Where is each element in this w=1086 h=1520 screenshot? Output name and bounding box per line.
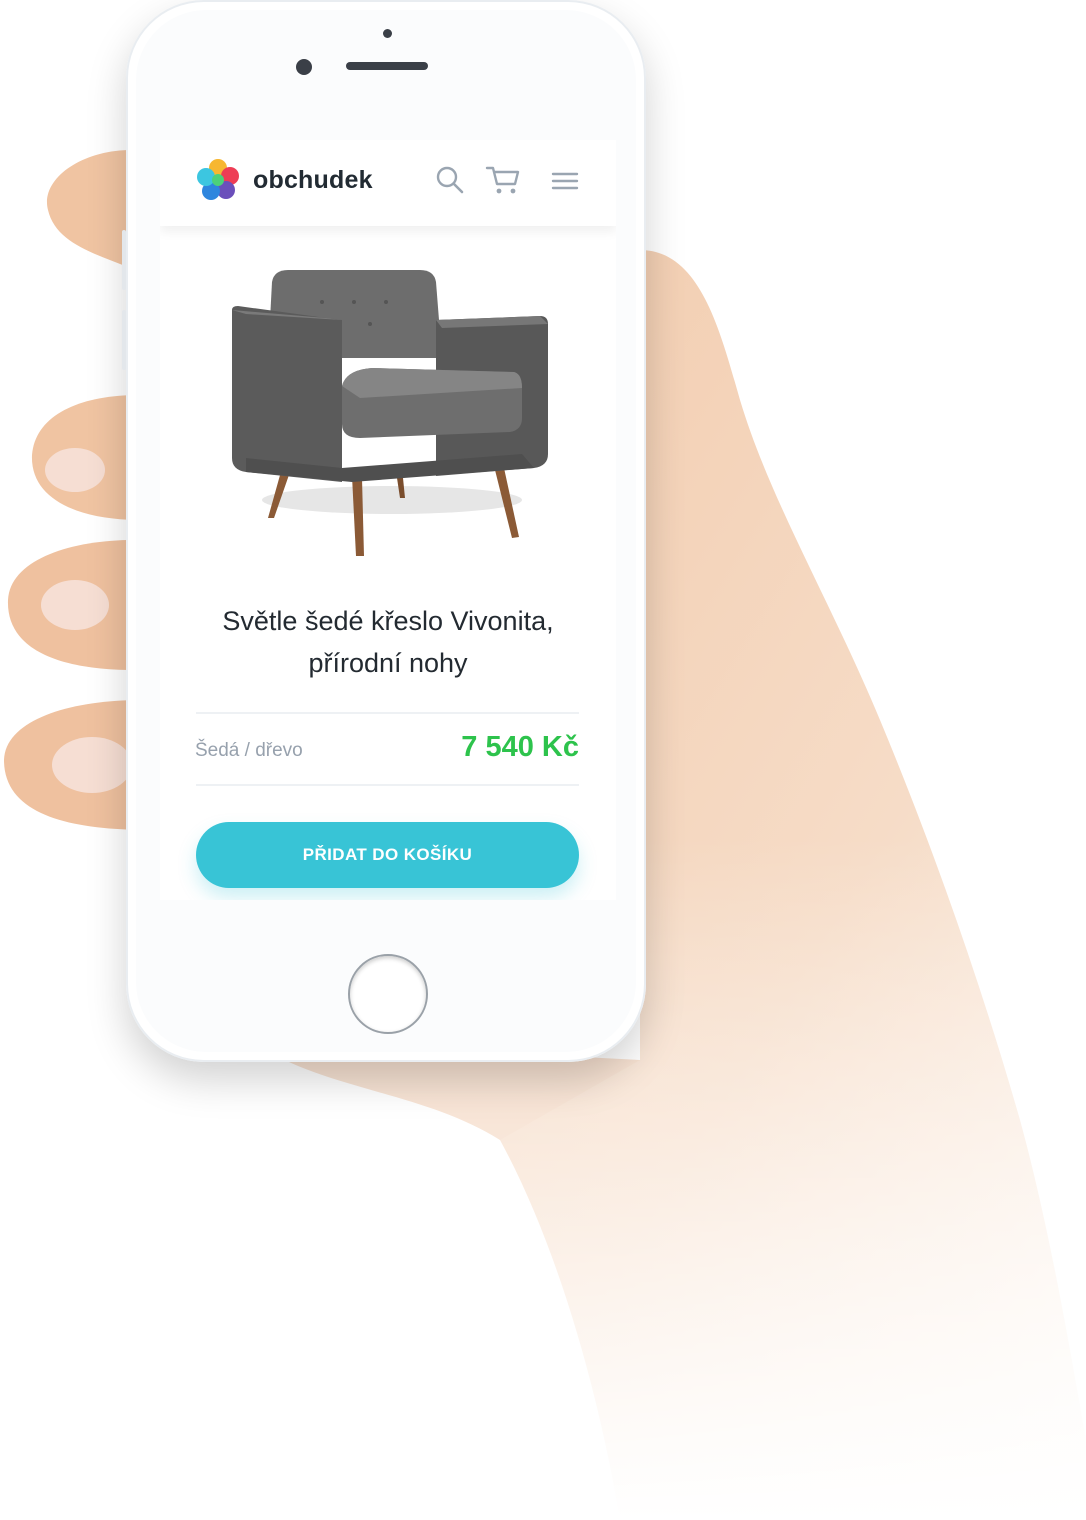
proximity-sensor bbox=[383, 29, 392, 38]
app-header: obchudek bbox=[160, 140, 616, 226]
phone-side-button bbox=[122, 230, 126, 290]
add-to-cart-button[interactable]: PŘIDAT DO KOŠÍKU bbox=[196, 822, 579, 888]
phone-screen: obchudek Světle šedé křeslo Vivonita, př… bbox=[160, 140, 616, 900]
home-button[interactable] bbox=[348, 954, 428, 1034]
product-title-line: Světle šedé křeslo Vivonita, bbox=[222, 606, 554, 636]
armchair-image[interactable] bbox=[222, 268, 554, 568]
scene: obchudek Světle šedé křeslo Vivonita, př… bbox=[0, 0, 1086, 1520]
logo-icon[interactable] bbox=[194, 156, 242, 204]
divider bbox=[196, 712, 579, 714]
divider bbox=[196, 784, 579, 786]
brand-name[interactable]: obchudek bbox=[253, 166, 373, 195]
product-variant: Šedá / dřevo bbox=[195, 740, 303, 761]
menu-icon[interactable] bbox=[551, 170, 579, 192]
product-title: Světle šedé křeslo Vivonita, přírodní no… bbox=[180, 600, 596, 684]
product-price: 7 540 Kč bbox=[461, 731, 579, 763]
cart-icon[interactable] bbox=[485, 164, 521, 196]
phone-side-button bbox=[122, 310, 126, 370]
search-icon[interactable] bbox=[434, 164, 466, 196]
product-title-line: přírodní nohy bbox=[308, 648, 468, 678]
earpiece-speaker bbox=[346, 62, 428, 70]
front-camera bbox=[296, 59, 312, 75]
